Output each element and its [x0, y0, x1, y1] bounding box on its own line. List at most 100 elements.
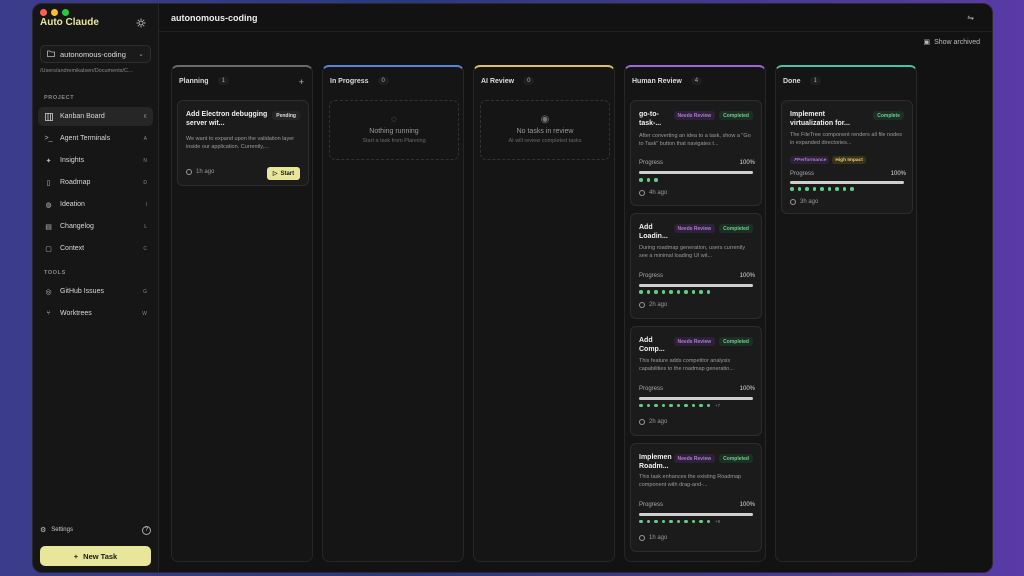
project-selector[interactable]: autonomous-coding ⌄ — [40, 45, 151, 63]
column-header: Done 1 — [783, 77, 821, 85]
show-archived-button[interactable]: ▣ Show archived — [923, 38, 980, 47]
subtask-dot — [639, 519, 643, 524]
shortcut-key: I — [145, 201, 147, 208]
sidebar-item-changelog[interactable]: ▤ Changelog L — [38, 217, 153, 236]
subtask-dot — [706, 519, 710, 524]
card-badges: Complete — [873, 111, 904, 120]
subtask-dot — [639, 178, 643, 182]
progress-row: Progress 100% — [639, 386, 755, 392]
subtask-dot — [646, 519, 650, 524]
progress-bar — [790, 181, 904, 184]
new-task-button[interactable]: + New Task — [40, 546, 151, 566]
clock-icon — [639, 535, 645, 541]
sidebar-item-roadmap[interactable]: ▯ Roadmap D — [38, 173, 153, 192]
archive-icon: ▣ — [923, 39, 931, 46]
sidebar-item-context[interactable]: ▢ Context C — [38, 239, 153, 258]
column-planning: Planning 1 + Add Electron debugging serv… — [171, 65, 313, 562]
settings-icon[interactable] — [136, 18, 146, 28]
sidebar-item-agent-terminals[interactable]: >_ Agent Terminals A — [38, 129, 153, 148]
terminal-icon: >_ — [44, 135, 53, 142]
subtask-dot — [646, 403, 650, 408]
shortcut-key: C — [143, 245, 147, 252]
settings-icon: ⚙ — [40, 527, 47, 534]
start-label: Start — [280, 170, 295, 177]
column-human-review: Human Review 4 go-to-task-... Needs Revi… — [624, 65, 766, 562]
help-icon[interactable]: ? — [142, 525, 151, 535]
time-text: 1h ago — [196, 169, 215, 175]
task-card[interactable]: Add Loadin... Needs Review Completed Dur… — [630, 213, 762, 319]
completed-badge: Completed — [719, 224, 753, 233]
sidebar-item-kanban-board[interactable]: Kanban Board K — [38, 107, 153, 126]
book-icon: ▢ — [45, 245, 52, 253]
task-card[interactable]: Add Electron debugging server wit... Pen… — [177, 100, 309, 186]
column-header: Human Review 4 — [632, 77, 703, 85]
sidebar-item-ideation[interactable]: ◍ Ideation I — [38, 195, 153, 214]
progress-value: 100% — [739, 273, 755, 279]
card-time: 1h ago — [186, 169, 214, 175]
close-window-button[interactable] — [40, 9, 47, 16]
subtask-dot — [676, 403, 680, 408]
start-button[interactable]: ▷ Start — [267, 167, 300, 180]
shortcut-key: K — [143, 113, 147, 120]
subtask-dot — [661, 290, 665, 294]
subtask-dot — [676, 519, 680, 524]
card-title: go-to-task-... — [639, 111, 662, 127]
needs-review-badge: Needs Review — [673, 111, 716, 120]
subtask-dot — [691, 290, 695, 294]
sidebar-item-github-issues[interactable]: ◎ GitHub Issues G — [38, 282, 153, 301]
subtask-dot — [661, 519, 665, 524]
sidebar-item-label: GitHub Issues — [60, 288, 104, 295]
subtask-dot — [691, 519, 695, 524]
main-area: autonomous-coding ⇋ ▣ Show archived Plan… — [159, 4, 992, 572]
card-badges: Needs Review Completed — [673, 224, 753, 233]
sidebar-item-worktrees[interactable]: ⑂ Worktrees W — [38, 304, 153, 323]
completed-badge: Completed — [719, 454, 753, 463]
column-header: In Progress 0 — [330, 77, 389, 85]
eye-icon: ◉ — [540, 114, 550, 125]
subtask-dots — [790, 187, 854, 191]
column-count: 1 — [809, 77, 821, 85]
subtask-dot — [639, 403, 643, 408]
minimize-window-button[interactable] — [51, 9, 58, 16]
card-time: 1h ago — [639, 535, 667, 541]
task-card[interactable]: Add Comp... Needs Review Completed This … — [630, 326, 762, 436]
progress-label: Progress — [639, 273, 664, 279]
progress-row: Progress 100% — [639, 273, 755, 279]
sidebar-item-insights[interactable]: ✦ Insights N — [38, 151, 153, 170]
time-text: 3h ago — [800, 199, 819, 205]
time-text: 2h ago — [649, 419, 668, 425]
column-count: 1 — [217, 77, 229, 85]
subtask-dot — [684, 403, 688, 408]
column-title: Human Review — [632, 77, 682, 85]
add-task-icon[interactable]: + — [299, 77, 304, 87]
card-title: Add Comp... — [639, 337, 665, 353]
task-card[interactable]: go-to-task-... Needs Review Completed Af… — [630, 100, 762, 206]
maximize-window-button[interactable] — [62, 9, 69, 16]
empty-subtitle: AI will review completed tasks — [508, 138, 582, 144]
tag-label: Performance — [797, 157, 827, 163]
settings-button[interactable]: ⚙ Settings ? — [40, 524, 151, 536]
more-subtasks-count: +7 — [715, 403, 721, 408]
chevron-down-icon: ⌄ — [138, 51, 144, 58]
task-card[interactable]: Implement virtualization for... Complete… — [781, 100, 913, 214]
more-subtasks-count: +8 — [715, 519, 721, 524]
column-ai-review: AI Review 0 ◉ No tasks in review AI will… — [473, 65, 615, 562]
progress-bar — [639, 397, 753, 400]
empty-title: No tasks in review — [516, 128, 574, 135]
shortcut-key: N — [143, 157, 147, 164]
lightbulb-icon: ◍ — [45, 201, 52, 209]
loader-icon: ◌ — [391, 114, 397, 125]
progress-value: 100% — [890, 171, 906, 177]
changelog-icon: ▤ — [45, 223, 52, 231]
sidebar-item-label: Roadmap — [60, 179, 91, 186]
clock-icon — [790, 199, 796, 205]
progress-value: 100% — [739, 386, 755, 392]
app-window: Auto Claude autonomous-coding ⌄ /Users/a… — [32, 3, 993, 573]
task-card[interactable]: Implemen Roadm... Needs Review Completed… — [630, 443, 762, 552]
project-selector-label: autonomous-coding — [60, 49, 126, 59]
shortcut-key: A — [143, 135, 147, 142]
subtask-dot — [646, 290, 650, 294]
sliders-icon[interactable]: ⇋ — [967, 13, 974, 22]
card-badges: Pending — [272, 111, 300, 120]
progress-fill — [790, 181, 904, 184]
